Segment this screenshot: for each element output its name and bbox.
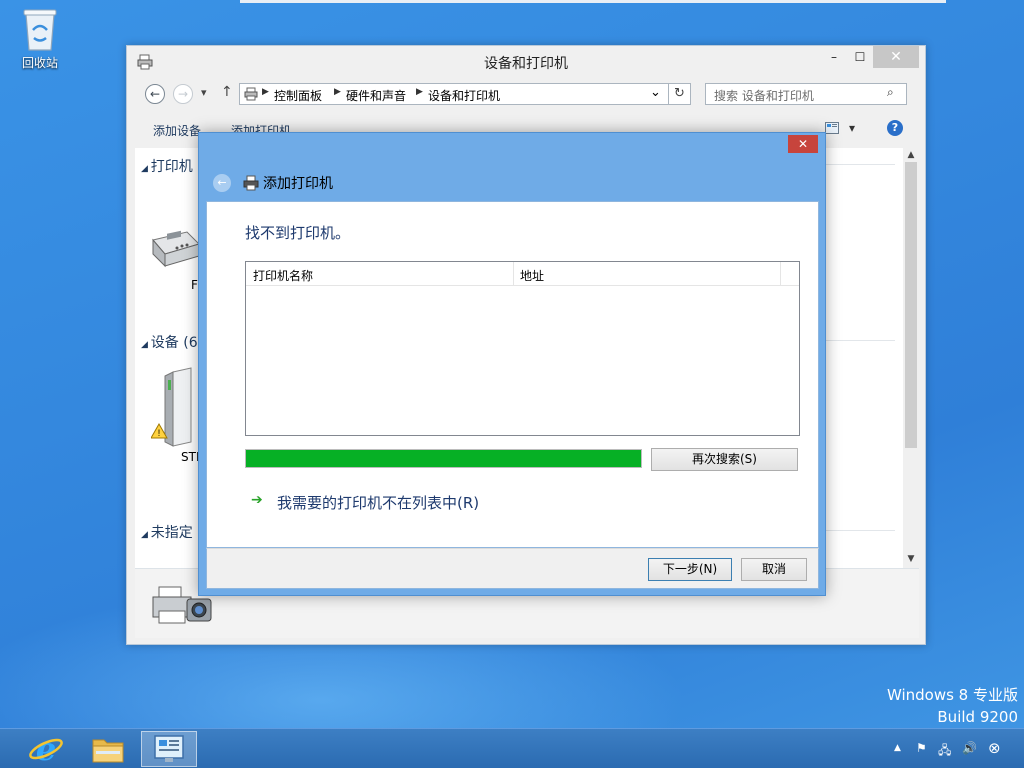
taskbar-control-panel[interactable] <box>141 731 197 767</box>
action-center-flag-icon[interactable]: ⚑ <box>916 741 927 755</box>
scroll-up-icon[interactable]: ▲ <box>903 150 919 160</box>
group-header-printers[interactable]: ◢ 打印机 <box>141 156 193 176</box>
breadcrumb-hardware-sound[interactable]: 硬件和声音 <box>346 87 406 104</box>
column-separator <box>780 262 781 286</box>
recycle-bin-icon <box>23 9 57 51</box>
breadcrumb-separator-icon: ▶ <box>416 87 423 97</box>
search-input[interactable]: 搜索 设备和打印机 <box>705 83 907 105</box>
breadcrumb-control-panel[interactable]: 控制面板 <box>274 87 322 104</box>
breadcrumb-separator-icon: ▶ <box>334 87 341 97</box>
cancel-button[interactable]: 取消 <box>741 558 807 581</box>
network-icon[interactable]: 🖧 <box>938 741 951 762</box>
watermark-edition: Windows 8 专业版 <box>886 686 1018 704</box>
collapse-arrow-icon: ◢ <box>141 340 151 350</box>
view-options-dropdown-icon[interactable]: ▾ <box>849 121 855 135</box>
refresh-button[interactable]: ↻ <box>669 83 691 105</box>
no-printer-found-heading: 找不到打印机。 <box>245 224 351 242</box>
windows-watermark: Windows 8 专业版 Build 9200 <box>887 684 1018 728</box>
collapse-arrow-icon: ◢ <box>141 164 151 174</box>
breadcrumb-devices-printers[interactable]: 设备和打印机 <box>428 87 500 104</box>
dialog-header: ← 添加打印机 <box>205 165 819 201</box>
back-button[interactable]: ← <box>145 84 165 104</box>
close-button[interactable]: ✕ <box>873 46 919 68</box>
column-separator <box>513 262 514 286</box>
search-progress-bar <box>245 449 642 468</box>
dialog-back-button[interactable]: ← <box>213 174 231 192</box>
group-header-unspecified[interactable]: ◢ 未指定 <box>141 522 193 542</box>
taskbar-internet-explorer[interactable]: e <box>18 730 74 768</box>
tray-close-icon[interactable]: ⊗ <box>988 739 1001 757</box>
devices-folder-icon <box>244 87 258 101</box>
green-arrow-icon: ➔ <box>251 492 263 508</box>
collapse-arrow-icon: ◢ <box>141 530 151 540</box>
dialog-footer: 下一步(N) 取消 <box>206 548 819 589</box>
top-window-edge <box>240 0 946 3</box>
fax-printer-icon[interactable] <box>147 218 201 274</box>
navigation-bar: ← → ▾ ↑ ▶ 控制面板 ▶ 硬件和声音 ▶ 设备和打印机 ⌄ ↻ 搜索 设… <box>135 82 919 108</box>
printer-list-header: 打印机名称 地址 <box>246 262 799 286</box>
watermark-build: Build 9200 <box>937 708 1018 726</box>
dialog-close-button[interactable]: ✕ <box>788 135 818 153</box>
progress-fill <box>246 450 641 467</box>
svg-text:!: ! <box>158 428 161 438</box>
recycle-bin-label: 回收站 <box>21 56 58 70</box>
recent-locations-dropdown[interactable]: ▾ <box>201 86 207 99</box>
tray-expand-icon[interactable]: ▲ <box>894 743 901 753</box>
dialog-body: 找不到打印机。 打印机名称 地址 再次搜索(S) ➔ 我需要的打印机不在列表中(… <box>206 201 819 548</box>
file-explorer-icon <box>92 739 124 763</box>
next-button[interactable]: 下一步(N) <box>648 558 732 581</box>
scroll-thumb[interactable] <box>905 162 917 448</box>
search-again-button[interactable]: 再次搜索(S) <box>651 448 798 471</box>
device-label-fax: F <box>191 278 198 292</box>
minimize-button[interactable]: – <box>821 46 847 68</box>
breadcrumb-separator-icon: ▶ <box>262 87 269 97</box>
up-button[interactable]: ↑ <box>221 84 233 100</box>
dialog-title: 添加打印机 <box>263 176 333 192</box>
recycle-bin-shortcut[interactable]: 回收站 <box>14 6 66 71</box>
help-icon[interactable]: ? <box>887 120 903 136</box>
search-icon[interactable]: ⌕ <box>887 85 913 100</box>
view-options-icon[interactable] <box>825 122 839 134</box>
column-address[interactable]: 地址 <box>520 267 544 284</box>
volume-icon[interactable]: 🔊 <box>962 741 977 755</box>
taskbar-file-explorer[interactable] <box>80 731 136 767</box>
window-title: 设备和打印机 <box>484 56 568 72</box>
svg-text:e: e <box>36 731 56 767</box>
control-panel-icon <box>154 735 184 762</box>
add-device-button[interactable]: 添加设备 <box>153 122 201 139</box>
column-printer-name[interactable]: 打印机名称 <box>253 267 313 284</box>
address-dropdown-icon[interactable]: ⌄ <box>650 85 661 100</box>
forward-button[interactable]: → <box>173 84 193 104</box>
scroll-down-icon[interactable]: ▼ <box>903 554 919 564</box>
add-printer-dialog: ✕ ← 添加打印机 找不到打印机。 打印机名称 地址 再次搜索(S) ➔ 我需要… <box>198 132 826 596</box>
printer-not-listed-text: 我需要的打印机不在列表中(R) <box>277 494 480 512</box>
maximize-button[interactable]: ☐ <box>847 46 873 68</box>
printer-icon <box>243 175 259 191</box>
vertical-scrollbar[interactable]: ▲ ▼ <box>903 148 919 568</box>
internet-explorer-icon: e <box>29 730 63 768</box>
address-bar[interactable]: ▶ 控制面板 ▶ 硬件和声音 ▶ 设备和打印机 ⌄ <box>239 83 669 105</box>
storage-device-icon[interactable]: ! <box>151 366 205 450</box>
taskbar: e ▲ ⚑ 🖧 🔊 ⊗ <box>0 728 1024 768</box>
window-titlebar[interactable]: 设备和打印机 – ☐ ✕ <box>127 46 925 76</box>
group-header-devices[interactable]: ◢ 设备 (6 <box>141 332 198 352</box>
printer-list[interactable]: 打印机名称 地址 <box>245 261 800 436</box>
